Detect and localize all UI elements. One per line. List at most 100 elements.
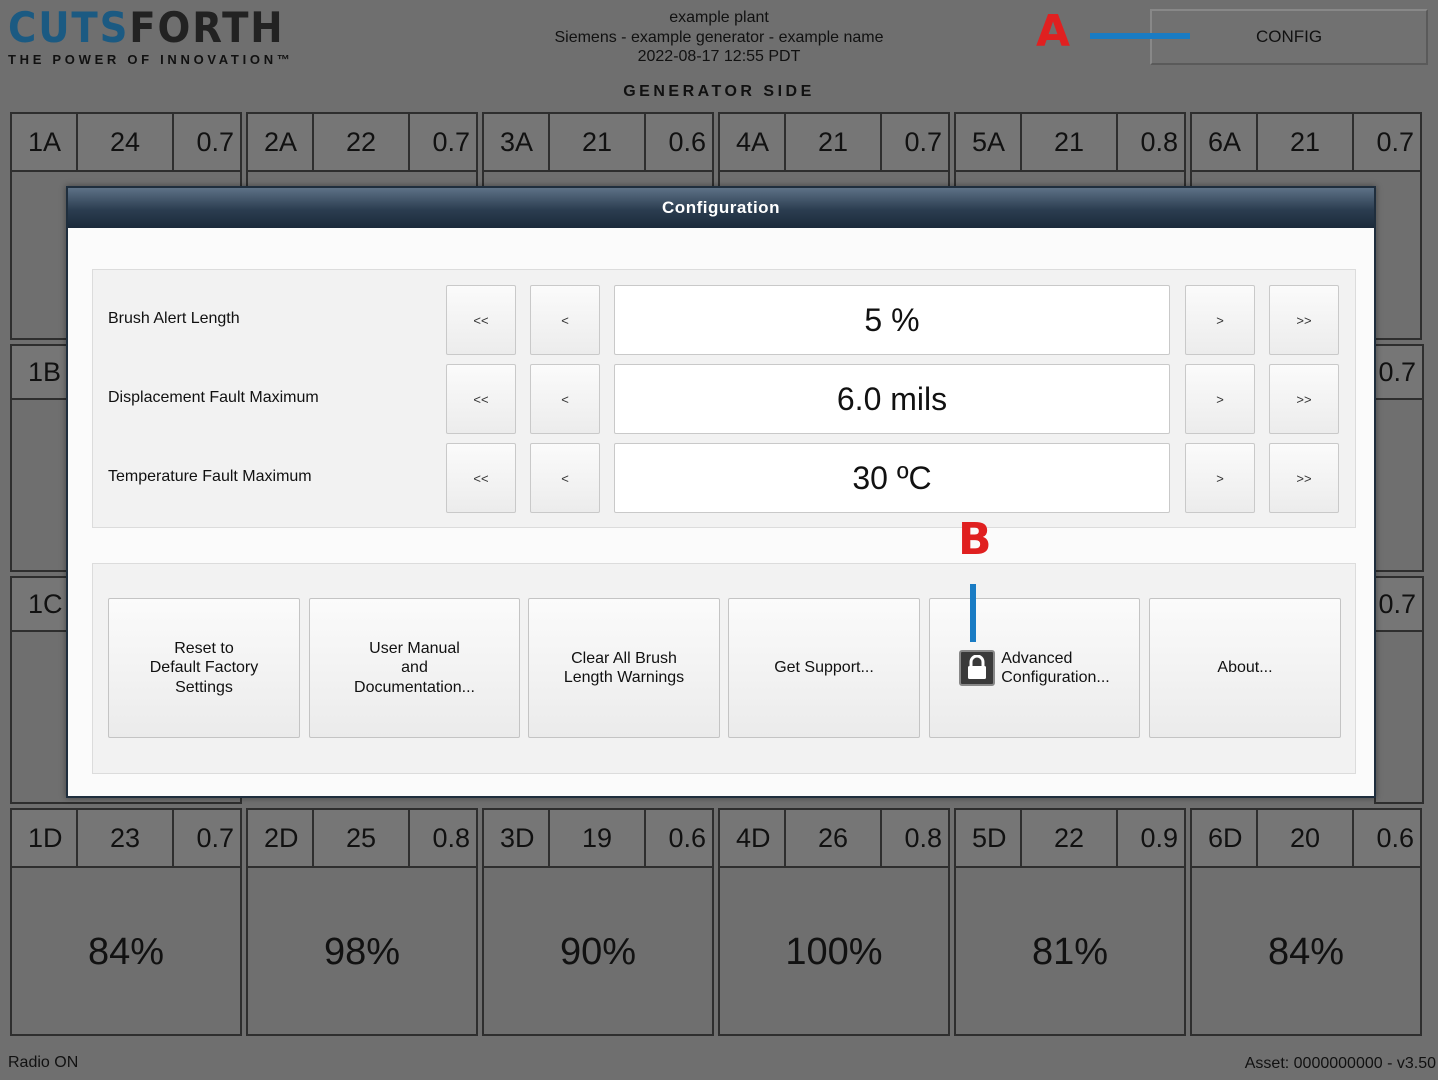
brush-displacement: 0.7 [174, 114, 240, 170]
asset-version: Asset: 0000000000 - v3.50 [1245, 1055, 1436, 1073]
brush-displacement: 0.6 [1354, 810, 1420, 866]
brush-displacement: 0.7 [174, 810, 240, 866]
brush-temperature: 21 [550, 114, 646, 170]
displacement-increase-big-button[interactable]: >> [1269, 364, 1339, 434]
brush-cell-4d[interactable]: 4D260.8100% [718, 808, 950, 1036]
brush-cell-1d[interactable]: 1D230.784% [10, 808, 242, 1036]
brush-id: 5A [956, 114, 1022, 170]
temperature-fault-max-label: Temperature Fault Maximum [108, 468, 312, 486]
brush-temperature: 21 [1022, 114, 1118, 170]
temperature-fault-max-value: 30 ºC [614, 443, 1170, 513]
brush-alert-decrease-button[interactable]: < [530, 285, 600, 355]
user-manual-button[interactable]: User Manual and Documentation... [309, 598, 520, 738]
advanced-configuration-button[interactable]: Advanced Configuration... [929, 598, 1140, 738]
brush-temperature: 19 [550, 810, 646, 866]
brush-alert-decrease-big-button[interactable]: << [446, 285, 516, 355]
brush-temperature: 21 [1258, 114, 1354, 170]
brush-length-percent: 84% [1192, 868, 1420, 1036]
brush-cell-header: 4D260.8 [720, 810, 948, 868]
brush-temperature: 25 [314, 810, 410, 866]
brush-alert-increase-big-button[interactable]: >> [1269, 285, 1339, 355]
dialog-title: Configuration [68, 188, 1374, 228]
brush-cell-3d[interactable]: 3D190.690% [482, 808, 714, 1036]
brush-temperature: 23 [78, 810, 174, 866]
brush-cell-header: 1A240.7 [12, 114, 240, 172]
brush-id: 6A [1192, 114, 1258, 170]
displacement-fault-max-label: Displacement Fault Maximum [108, 389, 319, 407]
brush-id: 6D [1192, 810, 1258, 866]
support-label: Get Support... [774, 658, 874, 678]
brush-displacement: 0.7 [1354, 114, 1420, 170]
brush-cell-header: 5D220.9 [956, 810, 1184, 868]
brush-cell-header: 2A220.7 [248, 114, 476, 172]
brush-disp-6b: 0.7 [1374, 344, 1424, 400]
clear-line-2: Length Warnings [564, 668, 684, 688]
advanced-line-2: Configuration... [1001, 668, 1110, 688]
brush-temperature: 22 [314, 114, 410, 170]
annotation-a-line [1090, 33, 1190, 39]
brush-cell-header: 6A210.7 [1192, 114, 1420, 172]
brush-length-percent: 90% [484, 868, 712, 1036]
brush-id: 4D [720, 810, 786, 866]
generator-side-title: GENERATOR SIDE [0, 83, 1438, 101]
temperature-increase-button[interactable]: > [1185, 443, 1255, 513]
reset-line-3: Settings [150, 678, 258, 698]
brush-alert-length-value: 5 % [614, 285, 1170, 355]
annotation-b-line [970, 584, 976, 642]
brush-id-1b: 1B [10, 344, 68, 400]
reset-defaults-button[interactable]: Reset to Default Factory Settings [108, 598, 300, 738]
displacement-decrease-big-button[interactable]: << [446, 364, 516, 434]
reset-line-1: Reset to [150, 639, 258, 659]
manual-line-3: Documentation... [354, 678, 475, 698]
temperature-decrease-big-button[interactable]: << [446, 443, 516, 513]
brush-id-1c: 1C [10, 576, 68, 632]
advanced-line-1: Advanced [1001, 649, 1110, 669]
brush-length-percent: 81% [956, 868, 1184, 1036]
manual-line-1: User Manual [354, 639, 475, 659]
brush-cell-header: 3A210.6 [484, 114, 712, 172]
brush-length-percent: 98% [248, 868, 476, 1036]
temperature-decrease-button[interactable]: < [530, 443, 600, 513]
brush-id: 4A [720, 114, 786, 170]
get-support-button[interactable]: Get Support... [728, 598, 920, 738]
brush-cell-header: 3D190.6 [484, 810, 712, 868]
brush-cell-header: 1D230.7 [12, 810, 240, 868]
lock-icon [959, 650, 995, 686]
brush-id: 2A [248, 114, 314, 170]
clear-warnings-button[interactable]: Clear All Brush Length Warnings [528, 598, 720, 738]
brush-cell-5d[interactable]: 5D220.981% [954, 808, 1186, 1036]
brush-cell-header: 6D200.6 [1192, 810, 1420, 868]
brush-displacement: 0.8 [1118, 114, 1184, 170]
brush-alert-length-label: Brush Alert Length [108, 310, 240, 328]
brush-id: 1A [12, 114, 78, 170]
displacement-fault-max-value: 6.0 mils [614, 364, 1170, 434]
about-button[interactable]: About... [1149, 598, 1341, 738]
brush-cell-6d[interactable]: 6D200.684% [1190, 808, 1422, 1036]
configuration-dialog: Configuration Brush Alert Length << < 5 … [66, 186, 1376, 798]
brush-id: 5D [956, 810, 1022, 866]
brush-displacement: 0.8 [410, 810, 476, 866]
brush-temperature: 21 [786, 114, 882, 170]
temperature-increase-big-button[interactable]: >> [1269, 443, 1339, 513]
brush-disp-6c: 0.7 [1374, 576, 1424, 632]
displacement-increase-button[interactable]: > [1185, 364, 1255, 434]
about-label: About... [1217, 658, 1272, 678]
brush-length-percent: 84% [12, 868, 240, 1036]
brush-temperature: 22 [1022, 810, 1118, 866]
brush-alert-increase-button[interactable]: > [1185, 285, 1255, 355]
brush-id: 3D [484, 810, 550, 866]
brush-displacement: 0.7 [882, 114, 948, 170]
brush-displacement: 0.8 [882, 810, 948, 866]
annotation-a: A [1036, 6, 1070, 57]
brush-temperature: 26 [786, 810, 882, 866]
brush-cell-header: 4A210.7 [720, 114, 948, 172]
brush-displacement: 0.6 [646, 810, 712, 866]
dialog-body: Brush Alert Length << < 5 % > >> Displac… [68, 228, 1374, 796]
brush-temperature: 20 [1258, 810, 1354, 866]
config-button[interactable]: CONFIG [1150, 9, 1428, 65]
brush-displacement: 0.7 [410, 114, 476, 170]
brush-cell-2d[interactable]: 2D250.898% [246, 808, 478, 1036]
brush-id: 1D [12, 810, 78, 866]
brush-displacement: 0.6 [646, 114, 712, 170]
displacement-decrease-button[interactable]: < [530, 364, 600, 434]
